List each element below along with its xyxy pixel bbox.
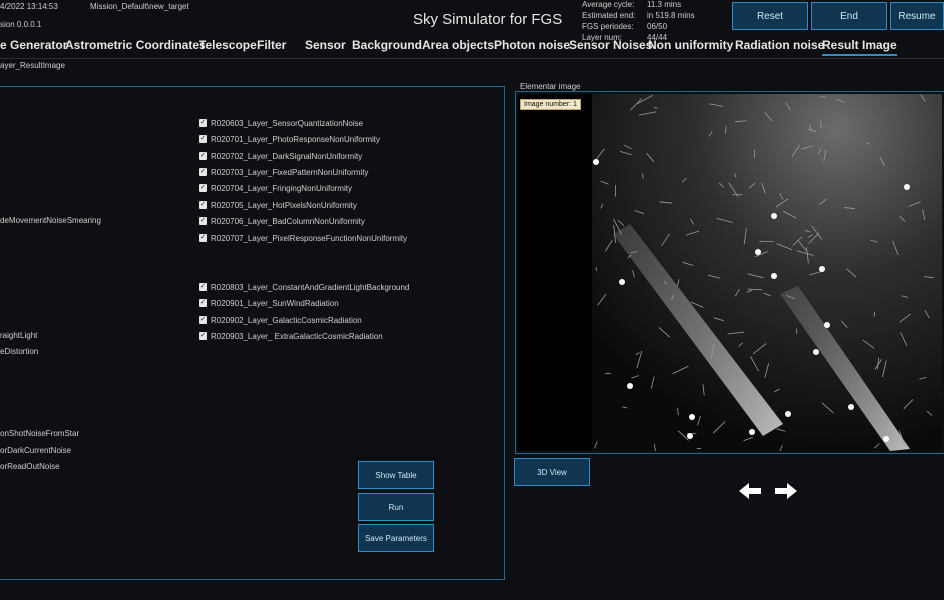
tab-photon-noise[interactable]: Photon noise [494,38,570,52]
mission-path: Mission_Default\new_target [90,2,189,11]
layer-label: R020704_Layer_FringingNonUniformity [211,183,352,193]
star [755,249,761,255]
layer-checkbox-row[interactable]: ✓ R020705_Layer_HotPixelsNonUniformity [199,199,357,211]
layer-checkbox-row[interactable]: ✓ R020707_Layer_PixelResponseFunctionNonU… [199,232,407,244]
show-table-button[interactable]: Show Table [358,461,434,489]
layer-label: R020705_Layer_HotPixelsNonUniformity [211,200,357,210]
layer-checkbox-row[interactable]: ✓ R020803_Layer_ConstantAndGradientLightB… [199,281,409,293]
next-image-button[interactable] [773,480,799,502]
stat-value: in 519.8 mins [647,11,695,20]
layer-checkbox-row[interactable]: ✓ R020704_Layer_FringingNonUniformity [199,182,352,194]
checkbox-checked[interactable]: ✓ [199,184,207,192]
tab-telescope[interactable]: Telescope [199,38,257,52]
stat-label: Average cycle: [582,0,635,9]
tab-background[interactable]: Background [352,38,422,52]
cosmic-ray-track [595,266,597,272]
checkbox-checked[interactable]: ✓ [199,316,207,324]
star [593,159,599,165]
star [883,436,889,442]
app-title: Sky Simulator for FGS [413,11,563,28]
tab-non-uniformity[interactable]: Non uniformity [648,38,733,52]
layer-label: R020706_Layer_BadColumnNonUniformity [211,216,365,226]
arrow-right-icon [775,483,797,499]
elementar-image [518,94,942,451]
checkbox-checked[interactable]: ✓ [199,135,207,143]
star [819,266,825,272]
checkbox-checked[interactable]: ✓ [199,234,207,242]
layer-checkbox-row[interactable]: ✓ R020706_Layer_BadColumnNonUniformity [199,215,365,227]
resume-button[interactable]: Resume [890,2,944,30]
layer-checkbox-row[interactable]: ✓ R020902_Layer_GalacticCosmicRadiation [199,314,362,326]
layer-label: R020903_Layer_ ExtraGalacticCosmicRadiat… [211,331,383,341]
layer-item[interactable]: onShotNoiseFromStar [0,429,79,438]
layer-label: R020701_Layer_PhotoResponseNonUniformity [211,134,380,144]
star [813,349,819,355]
tab-radiation-noise[interactable]: Radiation noise [735,38,824,52]
checkbox-checked[interactable]: ✓ [199,299,207,307]
tab-sensor-noises[interactable]: Sensor Noises [569,38,652,52]
run-button[interactable]: Run [358,493,434,521]
star [619,279,625,285]
checkbox-checked[interactable]: ✓ [199,119,207,127]
star [824,322,830,328]
star [771,213,777,219]
version-label: sion 0.0.0.1 [0,20,42,29]
layer-label: R020901_Layer_SunWindRadiation [211,298,339,308]
layer-label: R020707_Layer_PixelResponseFunctionNonUn… [211,233,408,243]
arrow-left-icon [739,483,761,499]
layer-checkbox-row[interactable]: ✓ R020901_Layer_SunWindRadiation [199,297,339,309]
image-number-label: Image number: 1 [520,99,581,110]
layer-item[interactable]: orReadOutNoise [0,462,60,471]
previous-image-button[interactable] [737,480,763,502]
tab-astrometric-coordinates[interactable]: Astrometric Coordinates [65,38,206,52]
star [771,273,777,279]
layer-label: R020603_Layer_SensorQuantizationNoise [211,118,364,128]
stat-label: FGS periodes: [582,22,634,31]
layer-checkbox-row[interactable]: ✓ R020603_Layer_SensorQuantizationNoise [199,117,363,129]
layer-item[interactable]: orDarkCurrentNoise [0,446,71,455]
checkbox-checked[interactable]: ✓ [199,201,207,209]
star [689,414,695,420]
save-parameters-button[interactable]: Save Parameters [358,524,434,552]
tab-area-objects[interactable]: Area objects [422,38,494,52]
layer-checkbox-row[interactable]: ✓ R020703_Layer_FixedPatternNonUniformity [199,166,368,178]
checkbox-checked[interactable]: ✓ [199,168,207,176]
layer-item[interactable]: eDistortion [0,347,38,356]
layer-label: R020902_Layer_GalacticCosmicRadiation [211,315,362,325]
reset-button[interactable]: Reset [732,2,808,30]
layer-checkbox-row[interactable]: ✓ R020903_Layer_ ExtraGalacticCosmicRadia… [199,330,383,342]
3d-view-button[interactable]: 3D View [514,458,590,486]
checkbox-checked[interactable]: ✓ [199,217,207,225]
checkbox-checked[interactable]: ✓ [199,152,207,160]
end-button[interactable]: End [811,2,887,30]
breadcrumb: ayer_ResultImage [0,61,65,70]
layer-label: R020803_Layer_ConstantAndGradientLightBa… [211,282,410,292]
tab-result-image[interactable]: Result Image [822,38,897,56]
star [627,383,633,389]
tab-filter[interactable]: Filter [257,38,286,52]
star [904,184,910,190]
checkbox-checked[interactable]: ✓ [199,332,207,340]
layer-checkbox-row[interactable]: ✓ R020702_Layer_DarkSignalNonUniformity [199,150,362,162]
layer-item[interactable]: deMovementNoiseSmearing [0,216,101,225]
star [687,433,693,439]
elementar-image-group [515,91,944,454]
stat-value: 06/50 [647,22,668,31]
layer-label: R020702_Layer_DarkSignalNonUniformity [211,151,363,161]
star [749,429,755,435]
checkbox-checked[interactable]: ✓ [199,283,207,291]
timestamp: 4/2022 13:14:53 [0,2,58,11]
star [785,411,791,417]
tab-bar: e Generator Astrometric Coordinates Tele… [0,36,944,59]
stat-value: 11.3 mins [647,0,682,9]
star [848,404,854,410]
elementar-image-title: Elementar image [518,82,583,91]
tab-generator[interactable]: e Generator [0,38,67,52]
star-field-image [518,94,942,451]
layer-checkbox-row[interactable]: ✓ R020701_Layer_PhotoResponseNonUniformit… [199,133,380,145]
tab-sensor[interactable]: Sensor [305,38,346,52]
layer-item[interactable]: raightLight [0,331,37,340]
layer-label: R020703_Layer_FixedPatternNonUniformity [211,167,369,177]
stat-label: Estimated end: [582,11,636,20]
